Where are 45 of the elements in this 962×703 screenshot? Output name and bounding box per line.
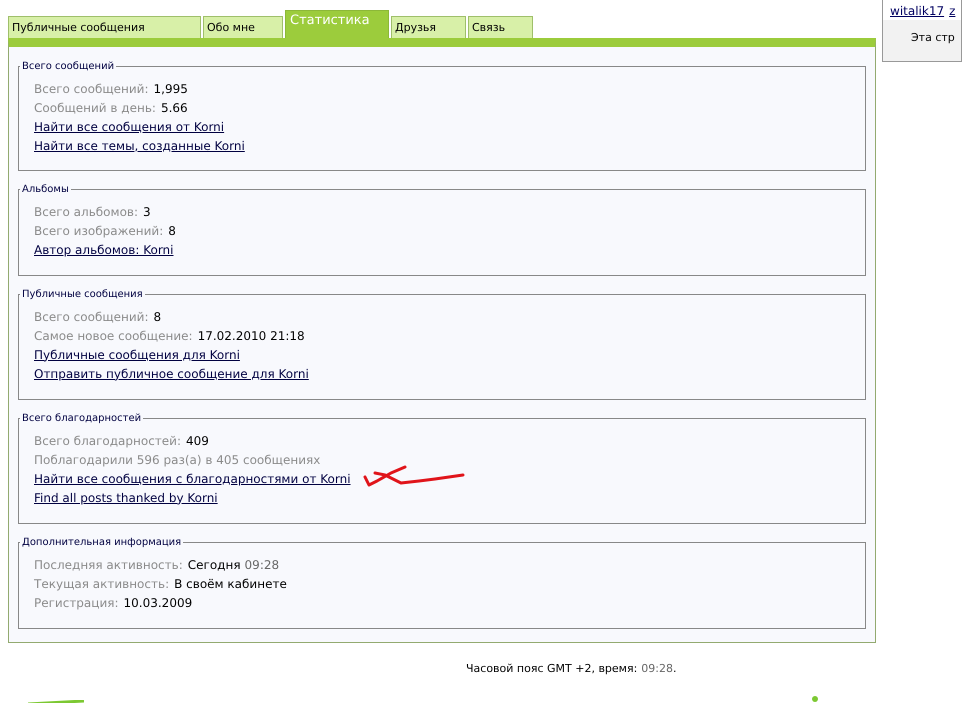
- stat-value: 1,995: [154, 80, 188, 98]
- profile-tab[interactable]: Обо мне: [203, 16, 283, 38]
- profile-link[interactable]: Найти все сообщения от Korni: [34, 118, 224, 136]
- group-title: Публичные сообщения: [21, 288, 144, 302]
- stat-label: Всего изображений:: [34, 222, 164, 240]
- stat-value: 3: [143, 204, 151, 220]
- stat-label: Всего альбомов:: [34, 204, 138, 220]
- profile-link[interactable]: Публичные сообщения для Korni: [34, 346, 240, 364]
- profile-link[interactable]: Отправить публичное сообщение для Korni: [34, 364, 309, 382]
- group-title: Всего благодарностей: [21, 412, 142, 426]
- stat-label: Сообщений в день:: [34, 100, 156, 116]
- stat-value: 10.03.2009: [124, 594, 192, 612]
- profile-tab[interactable]: Публичные сообщения: [8, 16, 201, 38]
- profile-link[interactable]: Автор альбомов: Korni: [34, 240, 174, 258]
- group-title: Дополнительная информация: [21, 536, 182, 550]
- stat-label: Последняя активность:: [34, 556, 183, 574]
- stat-value: 8: [168, 222, 176, 240]
- timezone-time: 09:28: [641, 660, 673, 677]
- profile-link[interactable]: Найти все темы, созданные Korni: [34, 136, 245, 154]
- user-link[interactable]: z: [949, 2, 956, 20]
- stat-time: 09:28: [244, 556, 280, 574]
- profile-tab[interactable]: Связь: [468, 16, 533, 38]
- profile-link[interactable]: Find all posts thanked by Korni: [34, 488, 218, 506]
- group-title: Альбомы: [21, 183, 70, 197]
- stat-label: Регистрация:: [34, 594, 119, 612]
- timezone-text: Часовой пояс GMT +2, время:: [466, 660, 638, 677]
- profile-tab[interactable]: Друзья: [391, 16, 466, 38]
- stat-label: Всего сообщений:: [34, 80, 149, 98]
- profile-link[interactable]: Найти все сообщения с благодарностями от Korni: [34, 470, 351, 488]
- stat-label: Всего благодарностей:: [34, 432, 182, 450]
- stat-value: 17.02.2010 21:18: [198, 328, 305, 344]
- dot-icon: [812, 695, 818, 703]
- timezone-period: .: [673, 660, 676, 677]
- stat-note: Поблагодарили 596 раз(а) в 405 сообщениях: [34, 452, 320, 468]
- stat-label: Текущая активность:: [34, 576, 170, 592]
- stat-value: 5.66: [160, 100, 188, 116]
- stat-value: 409: [186, 432, 209, 450]
- stat-value: В своём кабинете: [174, 576, 287, 592]
- user-link[interactable]: witalik17: [890, 2, 944, 20]
- stat-value: Сегодня: [188, 556, 241, 574]
- stat-value: 8: [154, 308, 162, 326]
- stat-label: Всего сообщений:: [34, 308, 149, 326]
- side-panel-text: Эта стр: [911, 31, 955, 44]
- group-title: Всего сообщений: [21, 60, 116, 74]
- stat-label: Самое новое сообщение:: [34, 328, 193, 344]
